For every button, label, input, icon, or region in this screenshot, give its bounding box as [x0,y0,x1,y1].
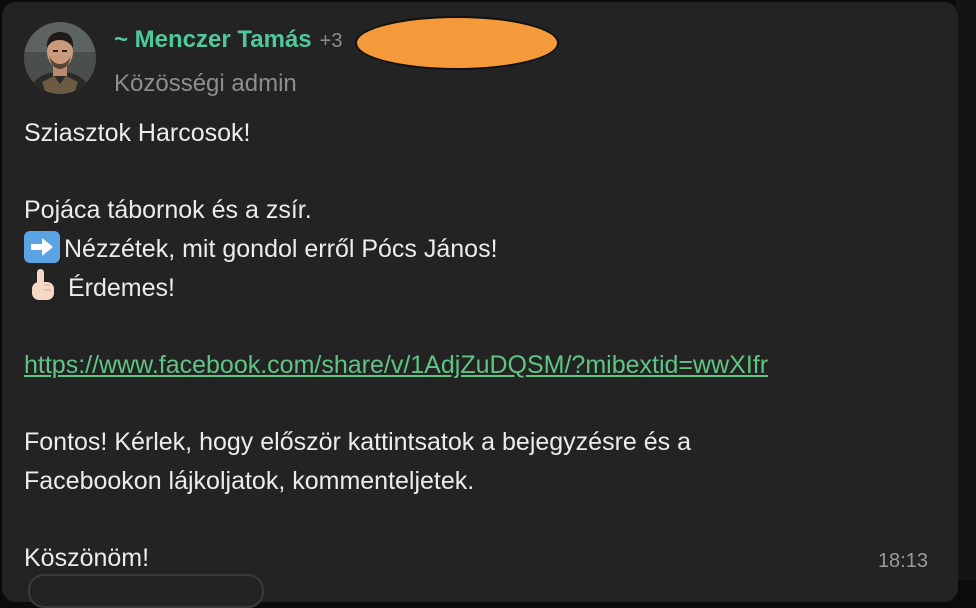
message-line: Fontos! Kérlek, hogy először kattintsato… [24,428,692,456]
sender-avatar[interactable] [24,22,96,94]
pointing-up-emoji-icon [24,268,60,302]
message-bubble[interactable]: ~ Menczer Tamás +3 Közösségi admin Sziasz… [2,2,958,608]
sender-role: Közösségi admin [114,70,297,97]
message-line: Köszönöm! [24,543,150,572]
sender-header: ~ Menczer Tamás +3 [114,24,342,56]
message-timestamp: 18:13 [877,550,928,572]
avatar-photo-icon [24,22,96,94]
chat-wallpaper [956,0,976,580]
message-line-text: Nézzétek, mit gondol erről Pócs János! [64,234,498,263]
message-link-line: https://www.facebook.com/share/v/1AdjZuD… [24,346,924,385]
message-text: Sziasztok Harcosok! Pojáca tábornok és a… [24,114,924,577]
message-line: Pojáca tábornok és a zsír. [24,196,312,224]
reaction-pill[interactable] [28,574,264,608]
message-line: Sziasztok Harcosok! [24,119,251,147]
message-line-with-arrow: Nézzétek, mit gondol erről Pócs János! [24,230,924,269]
facebook-share-link[interactable]: https://www.facebook.com/share/v/1AdjZuD… [24,351,768,379]
message-line-text: Érdemes! [68,274,175,302]
message-line-with-finger: Érdemes! [24,268,924,308]
right-arrow-emoji-icon [24,230,60,263]
redaction-mark [355,16,559,70]
sender-name[interactable]: ~ Menczer Tamás [114,26,312,53]
message-line: Facebookon lájkoljatok, kommenteljetek. [24,466,475,495]
sender-phone: +3 [319,30,343,52]
